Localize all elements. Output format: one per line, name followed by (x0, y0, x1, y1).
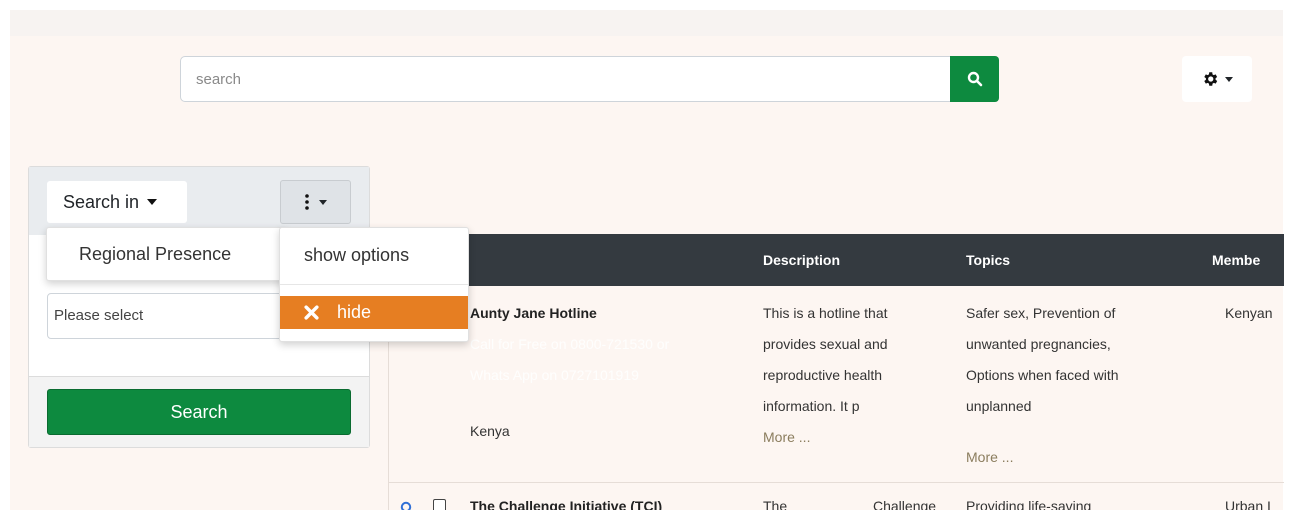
settings-dropdown-button[interactable] (1182, 56, 1252, 102)
row-contact-line: Whats App on 0727101919 (470, 367, 639, 383)
search-in-dropdown-menu: Regional Presence (46, 227, 287, 281)
search-button[interactable] (950, 56, 999, 102)
select-placeholder: Please select (54, 307, 144, 324)
close-icon (304, 305, 319, 320)
row-title[interactable]: The Challenge Initiative (TCI) (470, 491, 662, 510)
description-line: reproductive health (763, 367, 883, 383)
description-line: information. It p (763, 398, 860, 414)
global-search-field[interactable] (180, 56, 952, 102)
search-in-label: Search in (63, 191, 140, 212)
column-header-members[interactable]: Membe (1212, 252, 1260, 268)
menu-item-show-options[interactable]: show options (280, 228, 468, 282)
table-row: Aunty Jane Hotline Call for Free on 0800… (389, 286, 1284, 482)
gear-icon (1204, 72, 1218, 86)
region-select[interactable]: Please select (47, 293, 307, 339)
row-checkbox[interactable] (433, 499, 446, 510)
row-contact-line: Call for Free on 0800-721530 or (470, 336, 670, 352)
chevron-down-icon (147, 199, 158, 205)
description-more-link[interactable]: More ... (763, 422, 810, 453)
topics-line: Providing life-saving (966, 498, 1092, 510)
topics-line: unwanted pregnancies, (966, 336, 1111, 352)
row-title[interactable]: Aunty Jane Hotline (470, 298, 597, 329)
header-bar (10, 36, 1283, 122)
sidebar-footer: Search (29, 377, 369, 447)
show-options-label: show options (304, 244, 410, 265)
topics-line: unplanned (966, 398, 1032, 414)
search-icon (967, 71, 982, 87)
options-dropdown-menu: show options hide (279, 227, 469, 342)
kebab-menu-icon (304, 194, 309, 210)
search-button-label: Search (170, 401, 228, 422)
column-header-description[interactable]: Description (763, 252, 840, 268)
row-country: Kenya (470, 423, 510, 439)
topics-line: Safer sex, Prevention of (966, 305, 1116, 321)
row-member: Kenyan (1225, 305, 1273, 321)
topics-line: Options when faced with (966, 367, 1119, 383)
description-line: The (763, 498, 788, 510)
sidebar-header: Search in (29, 167, 369, 235)
hide-label: hide (337, 302, 372, 322)
table-header: Description Topics Membe (389, 234, 1284, 286)
search-input[interactable] (181, 57, 951, 101)
sidebar-search-button[interactable]: Search (47, 389, 351, 435)
options-dropdown-button[interactable] (280, 180, 351, 224)
table-row: The Challenge Initiative (TCI) The Chall… (389, 483, 1284, 510)
topics-more-link[interactable]: More ... (966, 442, 1013, 473)
description-line: provides sexual and (763, 336, 888, 352)
location-pin-icon[interactable] (400, 501, 412, 510)
search-in-dropdown-button[interactable]: Search in (47, 181, 187, 223)
row-member: Urban I (1225, 498, 1271, 510)
column-header-topics[interactable]: Topics (966, 252, 1010, 268)
top-strip (10, 10, 1283, 36)
chevron-down-icon (1225, 76, 1233, 82)
menu-item-hide[interactable]: hide (280, 296, 468, 329)
menu-item-regional-presence[interactable]: Regional Presence (79, 244, 231, 265)
description-line: Challenge (873, 498, 937, 510)
menu-divider (280, 284, 468, 285)
chevron-down-icon (318, 199, 327, 205)
results-table: Description Topics Membe Aunty Jane Hotl… (388, 234, 1284, 510)
description-line: This is a hotline that (763, 305, 888, 321)
